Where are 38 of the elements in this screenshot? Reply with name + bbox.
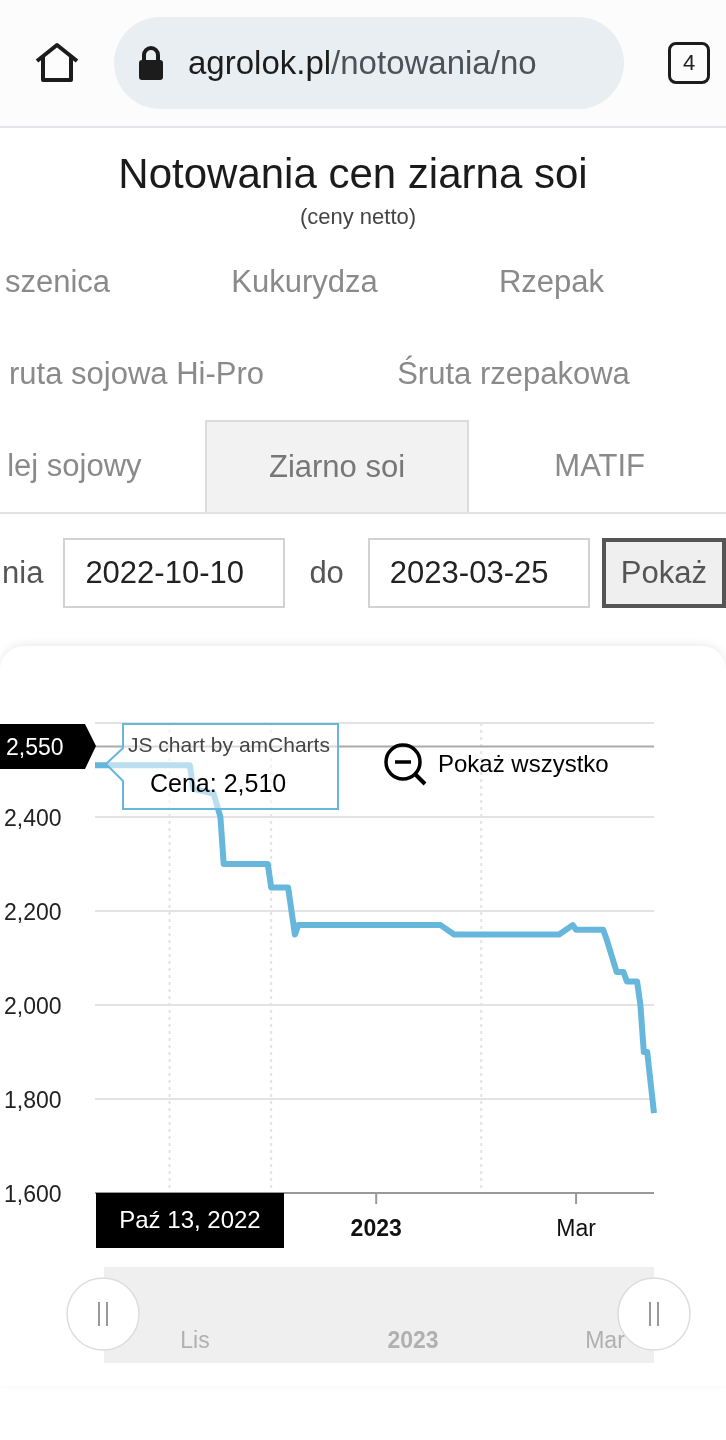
y-axis-label: 1,800	[4, 1087, 62, 1113]
commodity-tab[interactable]: Śruta rzepakowa	[325, 328, 702, 420]
address-bar[interactable]: agrolok.pl/notowania/no	[114, 17, 624, 109]
y-axis-label: 2,200	[4, 899, 62, 925]
lock-icon	[138, 45, 164, 81]
value-badge: 2,550	[0, 724, 96, 769]
commodity-tab[interactable]: lej sojowy	[0, 420, 205, 512]
from-label: nia	[2, 555, 44, 591]
x-axis-label: Mar	[556, 1215, 596, 1241]
scrollbar-label: 2023	[387, 1327, 439, 1353]
commodity-tab[interactable]: MATIF	[469, 420, 726, 512]
commodity-tab[interactable]: Ziarno soi	[204, 420, 470, 512]
home-icon[interactable]	[34, 42, 80, 84]
url-path: /notowania/no	[331, 44, 537, 82]
scrollbar-track[interactable]	[104, 1267, 654, 1363]
commodity-tab[interactable]: Rzepak	[428, 236, 675, 328]
show-button[interactable]: Pokaż	[601, 538, 726, 608]
from-date-field[interactable]: 2022-10-10	[63, 538, 286, 608]
x-axis-label: 2023	[350, 1215, 402, 1241]
scrollbar-label: Mar	[585, 1327, 625, 1353]
commodity-tab[interactable]: szenica	[0, 236, 181, 328]
to-date-field[interactable]: 2023-03-25	[367, 538, 590, 608]
url-host: agrolok.pl	[188, 44, 332, 82]
to-label: do	[309, 555, 344, 591]
page-subtitle: (ceny netto)	[298, 204, 418, 230]
date-badge: Paź 13, 2022	[96, 1193, 284, 1248]
chart-credit: JS chart by amCharts	[128, 733, 330, 756]
commodity-tab[interactable]: Kukurydza	[181, 236, 428, 328]
show-all-button[interactable]: Pokaż wszystko	[438, 750, 609, 777]
tab-count[interactable]: 4	[668, 42, 710, 84]
zoom-out-icon[interactable]	[384, 743, 427, 786]
scrollbar-label: Lis	[180, 1327, 210, 1353]
y-axis-label: 1,600	[4, 1181, 62, 1207]
y-axis-label: 2,000	[4, 993, 62, 1019]
page-title: Notowania cen ziarna soi	[117, 150, 589, 198]
commodity-tab[interactable]: ruta sojowa Hi-Pro	[0, 328, 325, 420]
scrollbar-handle[interactable]	[66, 1277, 140, 1351]
y-axis-label: 2,400	[4, 805, 62, 831]
